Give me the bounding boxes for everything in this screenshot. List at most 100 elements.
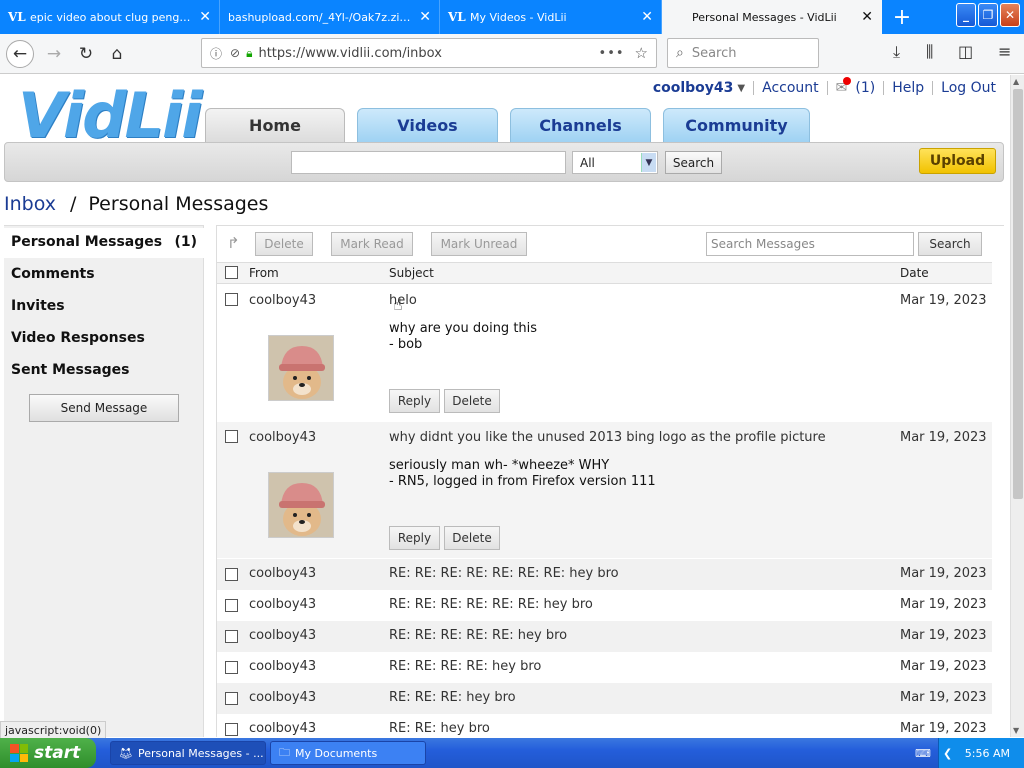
- downloads-icon[interactable]: ⤓: [893, 42, 900, 62]
- help-link[interactable]: Help: [892, 80, 924, 96]
- reply-button[interactable]: Reply: [389, 389, 440, 413]
- reload-icon[interactable]: ↻: [72, 40, 100, 68]
- page-actions-icon[interactable]: •••: [599, 46, 625, 61]
- browser-tab-active[interactable]: Personal Messages - VidLii ✕: [662, 0, 882, 34]
- taskbar-item-firefox[interactable]: 🦊︎ Personal Messages - ...: [110, 741, 266, 765]
- message-delete-button[interactable]: Delete: [444, 389, 500, 413]
- message-checkbox[interactable]: [225, 723, 238, 736]
- back-arrow-icon[interactable]: ←: [6, 40, 34, 68]
- message-checkbox[interactable]: [225, 599, 238, 612]
- start-button[interactable]: start: [0, 738, 96, 768]
- avatar[interactable]: [268, 335, 334, 401]
- site-search-input[interactable]: [291, 151, 566, 174]
- message-checkbox[interactable]: [225, 568, 238, 581]
- upload-button[interactable]: Upload: [919, 148, 996, 174]
- scroll-up-arrow-icon[interactable]: ▲: [1013, 77, 1019, 86]
- browser-tab[interactable]: bashupload.com/_4Yl-/Oak7z.zip?dow ✕: [220, 0, 440, 34]
- url-text[interactable]: https://www.vidlii.com/inbox: [258, 46, 598, 61]
- reply-button[interactable]: Reply: [389, 526, 440, 550]
- avatar[interactable]: [268, 472, 334, 538]
- scrollbar-thumb[interactable]: [1013, 89, 1023, 499]
- message-checkbox[interactable]: [225, 293, 238, 306]
- sidebar-item-invites[interactable]: Invites: [11, 298, 65, 314]
- new-tab-button[interactable]: +: [882, 0, 922, 34]
- address-bar[interactable]: ⓘ ⊘ 🔒︎ https://www.vidlii.com/inbox ••• …: [201, 38, 657, 68]
- message-search-button[interactable]: Search: [918, 232, 982, 256]
- send-message-button[interactable]: Send Message: [29, 394, 179, 422]
- minimize-icon[interactable]: _: [956, 3, 976, 27]
- sidebar-item-comments[interactable]: Comments: [11, 266, 95, 282]
- scroll-down-arrow-icon[interactable]: ▼: [1013, 726, 1019, 735]
- message-subject[interactable]: RE: RE: hey bro: [389, 721, 490, 736]
- message-sender[interactable]: coolboy43: [249, 293, 316, 308]
- chevron-down-icon[interactable]: ▼: [641, 153, 656, 172]
- search-filter-select[interactable]: All ▼: [572, 151, 658, 174]
- close-tab-icon[interactable]: ✕: [641, 9, 653, 25]
- message-subject[interactable]: RE: RE: RE: RE: RE: RE: hey bro: [389, 597, 593, 612]
- message-sender[interactable]: coolboy43: [249, 566, 316, 581]
- sidebar-item-personal-messages[interactable]: Personal Messages (1): [4, 228, 204, 258]
- table-row[interactable]: coolboy43 RE: RE: RE: RE: hey bro Mar 19…: [217, 652, 992, 683]
- message-subject[interactable]: RE: RE: RE: RE: RE: RE: RE: hey bro: [389, 566, 619, 581]
- mail-icon[interactable]: ✉: [836, 77, 852, 96]
- message-checkbox[interactable]: [225, 661, 238, 674]
- tracking-protection-icon[interactable]: ⊘: [230, 46, 240, 60]
- forward-icon[interactable]: ↱: [227, 234, 240, 252]
- nav-tab-videos[interactable]: Videos: [357, 108, 498, 142]
- message-subject[interactable]: RE: RE: RE: hey bro: [389, 690, 516, 705]
- browser-search-bar[interactable]: ⌕ Search: [667, 38, 819, 68]
- message-sender[interactable]: coolboy43: [249, 690, 316, 705]
- chevron-down-icon[interactable]: ▼: [737, 83, 745, 94]
- message-delete-button[interactable]: Delete: [444, 526, 500, 550]
- sidebar-item-video-responses[interactable]: Video Responses: [11, 330, 145, 346]
- sidebar-toggle-icon[interactable]: ◫: [958, 42, 973, 61]
- breadcrumb-inbox-link[interactable]: Inbox: [4, 193, 56, 215]
- browser-tab[interactable]: VL epic video about clug penguin - g ✕: [0, 0, 220, 34]
- message-checkbox[interactable]: [225, 692, 238, 705]
- mark-read-button[interactable]: Mark Read: [331, 232, 413, 256]
- message-sender[interactable]: coolboy43: [249, 597, 316, 612]
- table-row[interactable]: coolboy43 RE: RE: RE: hey bro Mar 19, 20…: [217, 683, 992, 714]
- restore-icon[interactable]: ❐: [978, 3, 998, 27]
- browser-tab[interactable]: VL My Videos - VidLii ✕: [440, 0, 662, 34]
- close-window-icon[interactable]: ✕: [1000, 3, 1020, 27]
- sidebar-item-sent-messages[interactable]: Sent Messages: [11, 362, 130, 378]
- info-icon[interactable]: ⓘ: [210, 45, 222, 62]
- table-row[interactable]: coolboy43 RE: RE: RE: RE: RE: RE: RE: he…: [217, 559, 992, 590]
- table-row[interactable]: coolboy43 RE: RE: RE: RE: RE: RE: hey br…: [217, 590, 992, 621]
- menu-icon[interactable]: ≡: [998, 42, 1011, 61]
- logout-link[interactable]: Log Out: [941, 80, 996, 96]
- message-search-input[interactable]: Search Messages: [706, 232, 914, 256]
- message-count-link[interactable]: (1): [855, 80, 875, 96]
- forward-arrow-icon[interactable]: →: [40, 40, 68, 68]
- delete-button[interactable]: Delete: [255, 232, 313, 256]
- site-search-button[interactable]: Search: [665, 151, 722, 174]
- username-link[interactable]: coolboy43: [653, 80, 734, 96]
- nav-tab-home[interactable]: Home: [205, 108, 345, 142]
- page-scrollbar[interactable]: ▲ ▼: [1010, 75, 1024, 737]
- message-subject[interactable]: RE: RE: RE: RE: RE: hey bro: [389, 628, 567, 643]
- select-all-checkbox[interactable]: [225, 266, 238, 279]
- home-icon[interactable]: ⌂: [103, 40, 131, 68]
- library-icon[interactable]: ⫼: [926, 42, 933, 62]
- nav-tab-community[interactable]: Community: [663, 108, 810, 142]
- message-sender[interactable]: coolboy43: [249, 659, 316, 674]
- close-tab-icon[interactable]: ✕: [861, 9, 873, 25]
- message-subject[interactable]: RE: RE: RE: RE: hey bro: [389, 659, 541, 674]
- message-sender[interactable]: coolboy43: [249, 430, 316, 445]
- mark-unread-button[interactable]: Mark Unread: [431, 232, 527, 256]
- table-row[interactable]: coolboy43 RE: RE: RE: RE: RE: hey bro Ma…: [217, 621, 992, 652]
- back-arrow-icon[interactable]: ❮: [943, 747, 952, 760]
- message-subject[interactable]: why didnt you like the unused 2013 bing …: [389, 430, 826, 445]
- close-tab-icon[interactable]: ✕: [199, 9, 211, 25]
- table-row[interactable]: coolboy43 RE: RE: hey bro Mar 19, 2023: [217, 714, 992, 737]
- keyboard-icon[interactable]: ⌨: [915, 747, 931, 760]
- taskbar-item-my-documents[interactable]: 🗀 My Documents: [270, 741, 426, 765]
- nav-tab-channels[interactable]: Channels: [510, 108, 651, 142]
- message-sender[interactable]: coolboy43: [249, 721, 316, 736]
- message-checkbox[interactable]: [225, 430, 238, 443]
- message-sender[interactable]: coolboy43: [249, 628, 316, 643]
- account-link[interactable]: Account: [762, 80, 819, 96]
- bookmark-star-icon[interactable]: ☆: [635, 44, 648, 62]
- message-checkbox[interactable]: [225, 630, 238, 643]
